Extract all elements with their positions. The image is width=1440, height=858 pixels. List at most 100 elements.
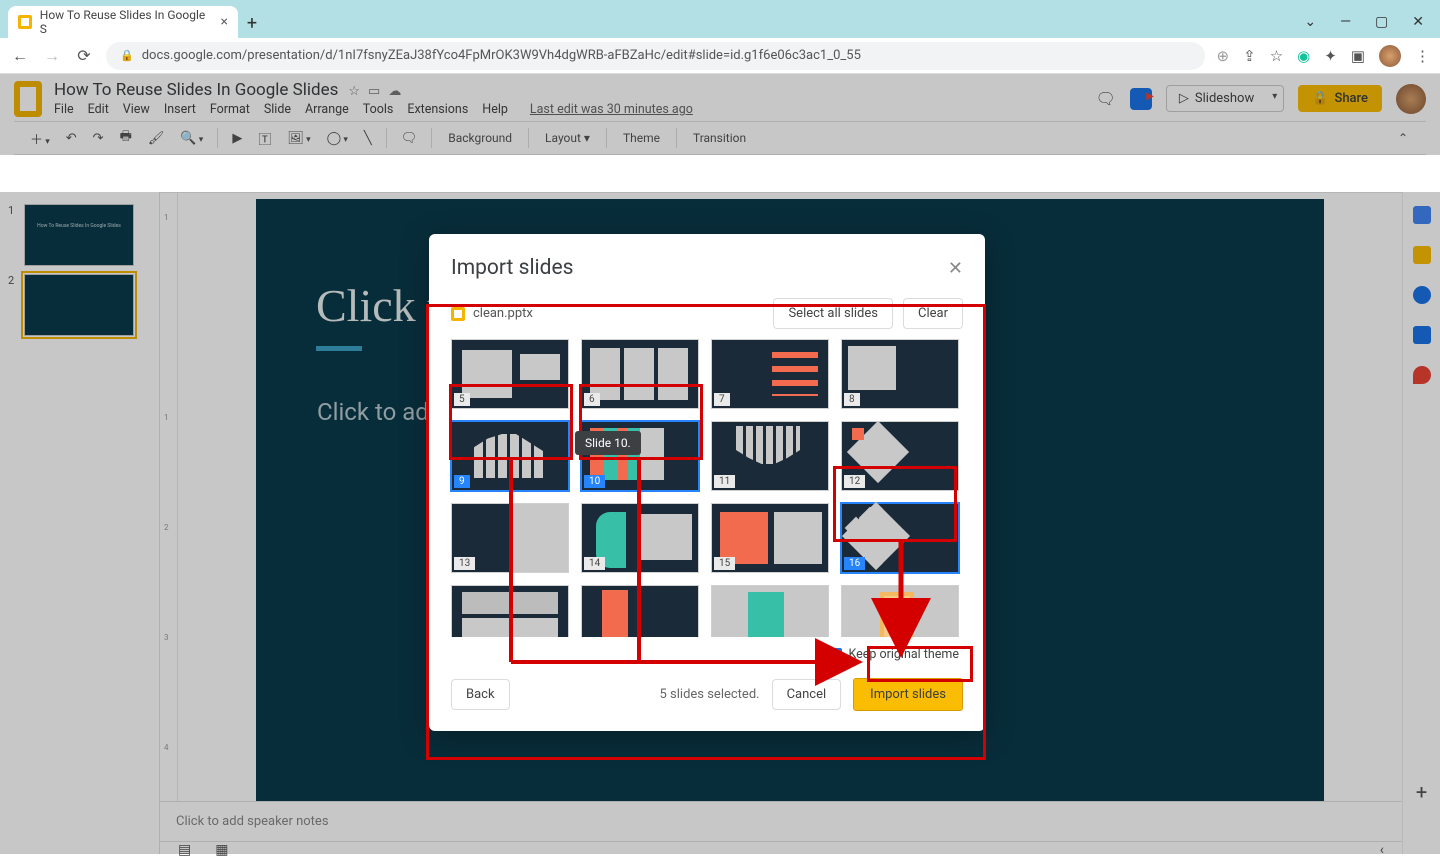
theme-button[interactable]: Theme [615, 127, 668, 149]
select-tool[interactable]: ▶ [226, 127, 248, 150]
slide-thumb-11[interactable]: 11 [711, 421, 829, 491]
print-button[interactable]: 🖶 [114, 123, 138, 153]
profile-avatar[interactable] [1379, 45, 1401, 67]
browser-tab[interactable]: How To Reuse Slides In Google S × [8, 6, 238, 38]
filmstrip-view-icon[interactable]: ▤ [178, 842, 191, 858]
contacts-icon[interactable] [1413, 326, 1431, 344]
cancel-button[interactable]: Cancel [772, 679, 842, 710]
account-avatar[interactable] [1396, 84, 1426, 114]
filmstrip-thumb-selected[interactable] [24, 274, 134, 336]
slide-thumb-18[interactable]: 18 [581, 585, 699, 637]
tasks-icon[interactable] [1413, 286, 1431, 304]
back-icon[interactable]: ← [10, 46, 30, 66]
new-slide-button[interactable]: ＋ [24, 125, 56, 152]
clear-selection-button[interactable]: Clear [903, 298, 963, 329]
slide-thumb-10[interactable]: 10 [581, 421, 699, 491]
slide-thumb-9[interactable]: 9 [451, 421, 569, 491]
share-page-icon[interactable]: ⇪ [1243, 47, 1256, 65]
extensions-icon[interactable]: ✦ [1324, 47, 1337, 65]
menu-format[interactable]: Format [210, 102, 250, 117]
extension-grammarly-icon[interactable]: ◉ [1297, 47, 1310, 65]
slides-logo-icon[interactable] [14, 81, 42, 117]
filmstrip-item[interactable]: 1 How To Reuse Slides In Google Slides [0, 200, 159, 270]
document-title[interactable]: How To Reuse Slides In Google Slides [54, 80, 338, 100]
slide-thumb-17[interactable]: 17 [451, 585, 569, 637]
keep-theme-label: Keep original theme [848, 647, 959, 662]
slide-thumb-8[interactable]: 8 [841, 339, 959, 409]
layout-button[interactable]: Layout ▾ [537, 127, 598, 149]
maps-icon[interactable] [1413, 366, 1431, 384]
slide-thumb-16[interactable]: 16 [841, 503, 959, 573]
move-icon[interactable]: ▭ [368, 84, 380, 99]
paint-format-button[interactable]: 🖌 [142, 127, 171, 150]
url-input[interactable]: 🔒 docs.google.com/presentation/d/1nI7fsn… [106, 42, 1205, 70]
menu-help[interactable]: Help [482, 102, 508, 117]
close-window-icon[interactable]: ✕ [1412, 14, 1424, 30]
collapse-toolbar-icon[interactable]: ⌃ [1390, 127, 1416, 149]
kebab-menu-icon[interactable]: ⋮ [1415, 47, 1430, 65]
meet-icon[interactable] [1130, 88, 1152, 110]
shape-tool[interactable]: ◯ [321, 127, 354, 150]
slide-number: 5 [454, 393, 470, 406]
menu-view[interactable]: View [123, 102, 150, 117]
minimize-icon[interactable]: — [1340, 14, 1351, 30]
bookmark-icon[interactable]: ☆ [1270, 47, 1283, 65]
slide-thumb-19[interactable]: 19 [711, 585, 829, 637]
slideshow-dropdown[interactable]: ▾ [1266, 85, 1284, 112]
menu-slide[interactable]: Slide [264, 102, 291, 117]
menu-insert[interactable]: Insert [164, 102, 196, 117]
slideshow-button[interactable]: ▷ Slideshow [1166, 85, 1266, 112]
zoom-icon[interactable]: ⊕ [1217, 47, 1230, 65]
menu-file[interactable]: File [54, 102, 74, 117]
grid-view-icon[interactable]: ▦ [215, 842, 228, 858]
forward-icon[interactable]: → [42, 46, 62, 66]
calendar-icon[interactable] [1413, 206, 1431, 224]
speaker-notes[interactable]: Click to add speaker notes [160, 801, 1402, 841]
import-button[interactable]: Import slides [853, 678, 963, 711]
zoom-dropdown[interactable]: 🔍 [174, 127, 209, 150]
keep-icon[interactable] [1413, 246, 1431, 264]
slide-thumb-6[interactable]: 6 [581, 339, 699, 409]
dialog-close-icon[interactable]: ✕ [948, 258, 963, 279]
transition-button[interactable]: Transition [685, 127, 754, 149]
menu-edit[interactable]: Edit [88, 102, 109, 117]
explore-chevron-icon[interactable]: ‹ [1380, 842, 1384, 858]
slide-thumb-20[interactable]: 20 [841, 585, 959, 637]
last-edit-link[interactable]: Last edit was 30 minutes ago [530, 102, 693, 117]
new-tab-button[interactable]: + [238, 13, 266, 38]
line-tool[interactable]: ╲ [358, 127, 378, 150]
slide-thumb-14[interactable]: 14 [581, 503, 699, 573]
tab-close-icon[interactable]: × [221, 14, 228, 30]
slideshow-label: Slideshow [1195, 91, 1254, 106]
image-tool[interactable]: 🖼 [281, 127, 316, 150]
title-underline [316, 346, 362, 351]
maximize-icon[interactable]: ▢ [1375, 14, 1388, 30]
chevron-down-icon[interactable]: ⌄ [1304, 14, 1316, 30]
comment-tool[interactable]: 🗨 [395, 127, 424, 150]
back-button[interactable]: Back [451, 679, 510, 710]
redo-button[interactable]: ↷ [87, 127, 110, 150]
reload-icon[interactable]: ⟳ [74, 46, 94, 65]
vertical-ruler: 1 1 2 3 4 [160, 193, 178, 801]
slide-thumb-13[interactable]: 13 [451, 503, 569, 573]
star-icon[interactable]: ☆ [348, 84, 360, 99]
add-addon-icon[interactable]: + [1416, 780, 1427, 804]
filmstrip-thumb[interactable]: How To Reuse Slides In Google Slides [24, 204, 134, 266]
menu-arrange[interactable]: Arrange [305, 102, 349, 117]
background-button[interactable]: Background [440, 127, 520, 149]
menu-extensions[interactable]: Extensions [407, 102, 468, 117]
comments-icon[interactable]: 🗨 [1096, 89, 1116, 108]
side-rail-toggle-icon[interactable]: ▣ [1351, 47, 1365, 65]
slide-thumb-12[interactable]: 12 [841, 421, 959, 491]
undo-button[interactable]: ↶ [60, 127, 83, 150]
menu-tools[interactable]: Tools [363, 102, 394, 117]
slide-thumb-5[interactable]: 5 [451, 339, 569, 409]
keep-theme-checkbox[interactable] [829, 648, 842, 661]
slide-thumb-15[interactable]: 15 [711, 503, 829, 573]
slide-thumb-7[interactable]: 7 [711, 339, 829, 409]
filmstrip-item[interactable]: 2 [0, 270, 159, 340]
share-button[interactable]: 🔒 Share [1298, 85, 1382, 112]
textbox-tool[interactable]: 🅃 [252, 125, 277, 152]
slide-picker-grid[interactable]: 567891011121314151617181920 Slide 10. [429, 339, 985, 637]
select-all-button[interactable]: Select all slides [773, 298, 893, 329]
